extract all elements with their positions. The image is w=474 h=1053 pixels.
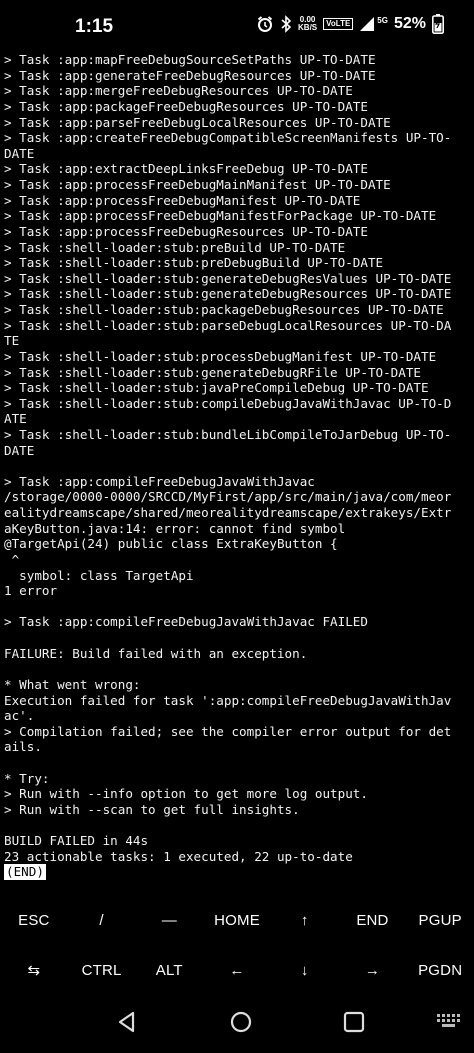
terminal-line: DATE bbox=[4, 145, 35, 161]
extra-keys-row-1: ESC / — HOME ↑ END PGUP bbox=[0, 895, 474, 945]
terminal-line: > Task :shell-loader:stub:generateDebugR… bbox=[4, 364, 422, 380]
terminal-line: ails. bbox=[4, 739, 42, 755]
battery-percent: 52% bbox=[393, 15, 426, 32]
terminal-line: 1 error bbox=[4, 583, 58, 599]
terminal-line: > Task :app:compileFreeDebugJavaWithJava… bbox=[4, 614, 368, 630]
terminal-line: > Task :app:processFreeDebugMainManifest… bbox=[4, 177, 391, 192]
recents-icon[interactable] bbox=[339, 1007, 369, 1041]
terminal-line: > Task :app:packageFreeDebugResources UP… bbox=[4, 98, 368, 114]
terminal-line: > Task :app:compileFreeDebugJavaWithJava… bbox=[4, 473, 315, 489]
back-icon[interactable] bbox=[112, 1007, 142, 1041]
key-esc[interactable]: ESC bbox=[0, 895, 68, 945]
key-left[interactable]: ← bbox=[203, 945, 271, 995]
terminal-line: /storage/0000-0000/SRCCD/MyFirst/app/src… bbox=[4, 489, 452, 505]
terminal-line: > Task :shell-loader:stub:generateDebugR… bbox=[4, 286, 452, 302]
terminal-line: > Task :shell-loader:stub:processDebugMa… bbox=[4, 348, 437, 364]
extra-keys-row-2: ⇆ CTRL ALT ← ↓ → PGDN bbox=[0, 945, 474, 995]
key-pgup[interactable]: PGUP bbox=[406, 895, 474, 945]
status-icons: 0.00 KB/S VoLTE 5G 52% bbox=[256, 14, 444, 34]
key-slash[interactable]: / bbox=[68, 895, 136, 945]
terminal-line: > Task :app:processFreeDebugManifest UP-… bbox=[4, 192, 361, 208]
bluetooth-icon bbox=[280, 15, 292, 33]
terminal-line: @TargetApi(24) public class ExtraKeyButt… bbox=[4, 536, 338, 552]
terminal-line: > Task :app:extractDeepLinksFreeDebug UP… bbox=[4, 161, 368, 177]
terminal-line: * Try: bbox=[4, 770, 50, 786]
extra-keys-bar: ESC / — HOME ↑ END PGUP ⇆ CTRL ALT ← ↓ →… bbox=[0, 895, 474, 995]
terminal-line: ATE bbox=[4, 411, 27, 427]
terminal-line: 23 actionable tasks: 1 executed, 22 up-t… bbox=[4, 848, 353, 864]
key-home[interactable]: HOME bbox=[203, 895, 271, 945]
terminal-line: symbol: class TargetApi bbox=[4, 567, 194, 583]
key-alt[interactable]: ALT bbox=[135, 945, 203, 995]
status-time: 1:15 bbox=[75, 16, 114, 37]
network-type: 5G bbox=[377, 15, 388, 25]
volte-badge: VoLTE bbox=[323, 18, 354, 30]
terminal-line: > Task :app:processFreeDebugManifestForP… bbox=[4, 208, 437, 224]
nav-bar bbox=[0, 995, 474, 1053]
terminal-line: > Task :shell-loader:stub:parseDebugLoca… bbox=[4, 317, 452, 333]
terminal-line: (END) bbox=[4, 864, 474, 881]
data-rate: 0.00 KB/S bbox=[298, 16, 317, 32]
terminal-line: * What went wrong: bbox=[4, 676, 141, 692]
terminal-line: TE bbox=[4, 333, 20, 349]
keyboard-icon[interactable] bbox=[436, 1013, 462, 1037]
key-tab[interactable]: ⇆ bbox=[0, 945, 68, 995]
terminal-line: > Task :app:mapFreeDebugSourceSetPaths U… bbox=[4, 52, 376, 67]
terminal-line: > Task :shell-loader:stub:javaPreCompile… bbox=[4, 380, 429, 396]
signal-icon bbox=[359, 16, 375, 32]
terminal-line: > Task :shell-loader:stub:compileDebugJa… bbox=[4, 395, 452, 411]
terminal-line: > Task :app:processFreeDebugResources UP… bbox=[4, 223, 368, 239]
terminal-line: > Task :app:createFreeDebugCompatibleScr… bbox=[4, 130, 452, 146]
home-icon[interactable] bbox=[226, 1007, 256, 1041]
key-up[interactable]: ↑ bbox=[271, 895, 339, 945]
terminal-line: > Compilation failed; see the compiler e… bbox=[4, 723, 452, 739]
terminal-line: DATE bbox=[4, 442, 35, 458]
terminal-line: ac'. bbox=[4, 708, 35, 724]
key-down[interactable]: ↓ bbox=[271, 945, 339, 995]
terminal-line: > Task :app:parseFreeDebugLocalResources… bbox=[4, 114, 391, 130]
terminal-line: > Run with --info option to get more log… bbox=[4, 786, 368, 802]
terminal-line: > Task :app:generateFreeDebugResources U… bbox=[4, 67, 376, 83]
end-marker: (END) bbox=[4, 864, 46, 881]
terminal-line: > Task :shell-loader:stub:bundleLibCompi… bbox=[4, 427, 452, 442]
terminal-line: aKeyButton.java:14: error: cannot find s… bbox=[4, 520, 346, 536]
status-bar: 1:15 0.00 KB/S VoLTE 5G 52% bbox=[0, 0, 474, 52]
terminal-line: > Task :app:mergeFreeDebugResources UP-T… bbox=[4, 83, 353, 99]
terminal-line: FAILURE: Build failed with an exception. bbox=[4, 645, 308, 661]
key-right[interactable]: → bbox=[339, 945, 407, 995]
key-ctrl[interactable]: CTRL bbox=[68, 945, 136, 995]
terminal-line: > Task :shell-loader:stub:preBuild UP-TO… bbox=[4, 239, 346, 255]
battery-icon bbox=[432, 14, 444, 34]
terminal-line: > Task :shell-loader:stub:generateDebugR… bbox=[4, 270, 452, 286]
alarm-icon bbox=[256, 15, 274, 33]
terminal-line: > Run with --scan to get full insights. bbox=[4, 801, 300, 817]
terminal-line: Execution failed for task ':app:compileF… bbox=[4, 692, 452, 708]
terminal-line: ealitydreamscape/shared/meorealitydreams… bbox=[4, 505, 452, 521]
data-rate-unit: KB/S bbox=[298, 23, 318, 32]
key-end[interactable]: END bbox=[339, 895, 407, 945]
terminal-line: ^ bbox=[4, 551, 20, 567]
terminal-line: BUILD FAILED in 44s bbox=[4, 833, 149, 849]
key-pgdn[interactable]: PGDN bbox=[406, 945, 474, 995]
terminal-line: > Task :shell-loader:stub:preDebugBuild … bbox=[4, 255, 384, 271]
terminal-output[interactable]: > Task :app:mapFreeDebugSourceSetPaths U… bbox=[4, 52, 474, 881]
key-dash[interactable]: — bbox=[135, 895, 203, 945]
terminal-line: > Task :shell-loader:stub:packageDebugRe… bbox=[4, 302, 444, 317]
